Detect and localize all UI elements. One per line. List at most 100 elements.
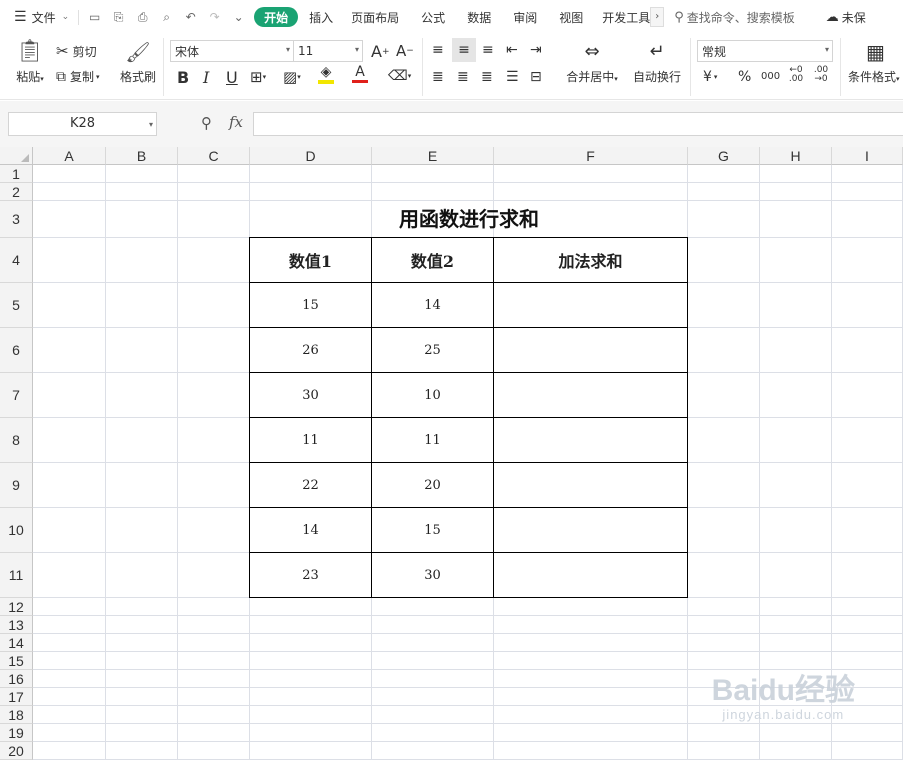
font-size-select[interactable]: 11 ▾: [293, 40, 363, 62]
fill-pattern-button[interactable]: ▨ ▾: [283, 68, 301, 86]
search-command[interactable]: ⚲ 查找命令、搜索模板: [674, 9, 795, 26]
row-header-16[interactable]: 16: [0, 670, 33, 688]
table-cell[interactable]: 14: [249, 507, 372, 553]
cut-button[interactable]: ✂ 剪切: [56, 42, 97, 60]
row-header-5[interactable]: 5: [0, 283, 33, 328]
distributed-button[interactable]: ⊟: [530, 69, 542, 85]
column-header-h[interactable]: H: [760, 147, 832, 165]
row-header-9[interactable]: 9: [0, 463, 33, 508]
spreadsheet-grid[interactable]: A B C D E F G H I 1 2 3 4 5 6 7 8 9 10 11 12 13 14 15 16 17 18 19 20…: [0, 147, 903, 770]
tab-view[interactable]: 视图: [548, 0, 594, 34]
table-cell[interactable]: 11: [249, 417, 372, 463]
justify-button[interactable]: ☰: [506, 69, 519, 85]
row-header-8[interactable]: 8: [0, 418, 33, 463]
row-header-13[interactable]: 13: [0, 616, 33, 634]
increase-decimal-button[interactable]: ←0 .00: [786, 66, 806, 84]
table-cell[interactable]: 15: [371, 507, 494, 553]
underline-button[interactable]: U: [226, 68, 238, 87]
print-icon[interactable]: ⎙: [135, 10, 150, 25]
column-header-i[interactable]: I: [832, 147, 903, 165]
export-icon[interactable]: ⎘: [111, 10, 126, 25]
tab-formulas[interactable]: 公式: [410, 0, 456, 34]
table-cell[interactable]: 26: [249, 327, 372, 373]
table-cell[interactable]: 30: [249, 372, 372, 418]
column-header-b[interactable]: B: [106, 147, 178, 165]
table-cell[interactable]: [493, 372, 688, 418]
file-menu[interactable]: ☰ 文件 ⌄: [0, 0, 76, 34]
table-cell[interactable]: [493, 507, 688, 553]
row-header-6[interactable]: 6: [0, 328, 33, 373]
conditional-format-button[interactable]: ▦ 条件格式▾: [848, 38, 903, 85]
column-header-c[interactable]: C: [178, 147, 250, 165]
merge-center-button[interactable]: ⇔ 合并居中▾: [563, 38, 621, 85]
redo-icon[interactable]: ↷: [207, 10, 222, 25]
thousands-button[interactable]: 000: [761, 71, 780, 82]
tabs-scroll-button[interactable]: ›: [650, 7, 665, 27]
unsaved-status[interactable]: ☁ 未保: [819, 0, 866, 34]
row-header-18[interactable]: 18: [0, 706, 33, 724]
row-header-17[interactable]: 17: [0, 688, 33, 706]
format-painter-button[interactable]: 🖌︎ 格式刷: [118, 38, 158, 85]
column-header-g[interactable]: G: [688, 147, 760, 165]
formula-input[interactable]: [253, 112, 903, 136]
align-center-button[interactable]: ≣: [457, 69, 469, 85]
row-header-7[interactable]: 7: [0, 373, 33, 418]
increase-font-button[interactable]: A +: [371, 42, 390, 61]
align-middle-button[interactable]: ≡: [452, 38, 476, 62]
align-left-button[interactable]: ≣: [432, 69, 444, 85]
tab-review[interactable]: 审阅: [502, 0, 548, 34]
align-right-button[interactable]: ≣: [481, 69, 493, 85]
customize-icon[interactable]: ⌄: [231, 10, 246, 25]
table-header-cell[interactable]: 数值2: [371, 237, 494, 283]
table-cell[interactable]: [493, 327, 688, 373]
decrease-font-button[interactable]: A −: [396, 42, 414, 60]
table-cell[interactable]: 10: [371, 372, 494, 418]
table-cell[interactable]: [493, 462, 688, 508]
row-header-3[interactable]: 3: [0, 201, 33, 238]
currency-button[interactable]: ¥ ▾: [703, 69, 717, 85]
column-header-e[interactable]: E: [372, 147, 494, 165]
table-header-cell[interactable]: 加法求和: [493, 237, 688, 283]
font-color-button[interactable]: A: [352, 65, 368, 83]
table-cell[interactable]: 25: [371, 327, 494, 373]
table-cell[interactable]: [493, 417, 688, 463]
table-cell[interactable]: 20: [371, 462, 494, 508]
clear-button[interactable]: ⌫ ▾: [388, 68, 411, 84]
wrap-text-button[interactable]: ↵ 自动换行: [632, 38, 682, 85]
tab-home[interactable]: 开始: [254, 7, 299, 27]
column-header-a[interactable]: A: [33, 147, 106, 165]
fx-icon[interactable]: fx: [229, 113, 243, 131]
zoom-icon[interactable]: ⚲: [201, 114, 212, 132]
decrease-decimal-button[interactable]: .00 →0: [811, 66, 831, 84]
row-header-1[interactable]: 1: [0, 165, 33, 183]
align-top-button[interactable]: ≡: [432, 42, 444, 58]
undo-icon[interactable]: ↶: [183, 10, 198, 25]
tab-data[interactable]: 数据: [456, 0, 502, 34]
row-header-11[interactable]: 11: [0, 553, 33, 598]
column-header-f[interactable]: F: [494, 147, 688, 165]
number-format-select[interactable]: 常规 ▾: [697, 40, 833, 62]
decrease-indent-button[interactable]: ⇤: [506, 42, 518, 58]
italic-button[interactable]: I: [203, 68, 209, 87]
increase-indent-button[interactable]: ⇥: [530, 42, 542, 58]
fill-color-button[interactable]: ◈: [318, 65, 334, 84]
table-header-cell[interactable]: 数值1: [249, 237, 372, 283]
table-cell[interactable]: 11: [371, 417, 494, 463]
borders-button[interactable]: ⊞ ▾: [250, 68, 266, 86]
tab-page-layout[interactable]: 页面布局: [340, 0, 410, 34]
bold-button[interactable]: B: [177, 68, 189, 87]
row-header-15[interactable]: 15: [0, 652, 33, 670]
table-cell[interactable]: [493, 552, 688, 598]
row-header-19[interactable]: 19: [0, 724, 33, 742]
tab-insert[interactable]: 插入: [302, 0, 340, 34]
row-header-12[interactable]: 12: [0, 598, 33, 616]
table-cell[interactable]: 15: [249, 282, 372, 328]
row-header-4[interactable]: 4: [0, 238, 33, 283]
copy-button[interactable]: ⧉ 复制 ▾: [56, 68, 100, 85]
percent-button[interactable]: %: [738, 69, 751, 85]
row-header-20[interactable]: 20: [0, 742, 33, 760]
table-cell[interactable]: 30: [371, 552, 494, 598]
save-icon[interactable]: ▭: [87, 10, 102, 25]
table-cell[interactable]: [493, 282, 688, 328]
font-name-select[interactable]: 宋体 ▾: [170, 40, 294, 62]
